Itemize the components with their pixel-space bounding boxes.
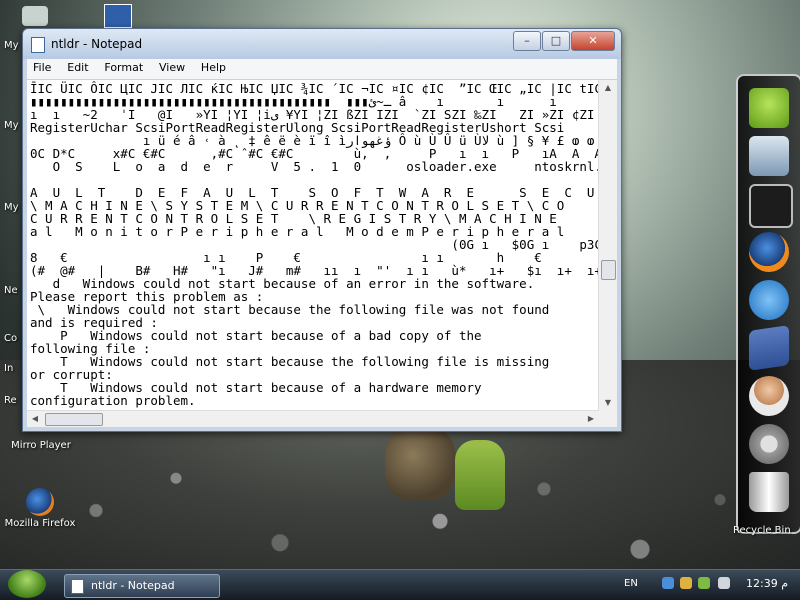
desktop-icon-computer[interactable] <box>22 6 48 28</box>
horizontal-scroll-thumb[interactable] <box>45 413 103 426</box>
internet-explorer-icon[interactable] <box>749 280 789 320</box>
title-bar[interactable]: ntldr - Notepad – □ ✕ <box>23 29 621 59</box>
support-agent-icon[interactable] <box>749 376 789 416</box>
desktop-label-5[interactable]: Co <box>4 333 17 344</box>
safely-remove-icon[interactable] <box>680 577 692 589</box>
language-indicator[interactable]: EN <box>624 578 638 589</box>
wallpaper-snail-body <box>455 440 505 510</box>
menu-bar: File Edit Format View Help <box>27 59 617 80</box>
menu-view[interactable]: View <box>153 59 191 76</box>
maximize-button[interactable]: □ <box>542 31 570 51</box>
desktop-label-6[interactable]: In <box>4 363 13 374</box>
desktop-label-2[interactable]: My <box>4 120 19 131</box>
desktop-label-4[interactable]: Ne <box>4 285 18 296</box>
settings-gear-icon[interactable] <box>749 424 789 464</box>
desktop-icon-label: Mirro Player <box>11 440 71 451</box>
ipad-icon[interactable] <box>749 184 793 228</box>
menu-format[interactable]: Format <box>98 59 149 76</box>
text-editor-area[interactable]: ĪIC ÜIC ÔIC ЦIC ЈIC ЛIC ќIC ЊIC ЏIC ¾IC … <box>27 80 599 411</box>
taskbar-item-notepad[interactable]: ntldr - Notepad <box>64 574 220 598</box>
network-icon[interactable] <box>662 577 674 589</box>
computer-icon <box>22 6 48 26</box>
antivirus-icon[interactable] <box>698 577 710 589</box>
desktop-icon-shortcut[interactable] <box>104 4 132 30</box>
editor-line: T Windows could not start because the fo… <box>30 354 550 369</box>
desktop-icon-mirro-player[interactable]: Mirro Player <box>6 440 76 451</box>
menu-help[interactable]: Help <box>195 59 232 76</box>
android-icon[interactable] <box>749 88 789 128</box>
notepad-icon <box>31 37 45 53</box>
menu-file[interactable]: File <box>27 59 57 76</box>
desktop-icon-firefox[interactable]: Mozilla Firefox <box>2 488 78 529</box>
dock-bar <box>736 74 800 534</box>
taskbar: ntldr - Notepad EN 12:39 م <box>0 569 800 600</box>
minimize-button[interactable]: – <box>513 31 541 51</box>
horizontal-scrollbar[interactable]: ◀ ▶ <box>27 410 599 427</box>
desktop-label-3[interactable]: My <box>4 202 19 213</box>
start-button[interactable] <box>8 570 46 598</box>
notepad-window[interactable]: ntldr - Notepad – □ ✕ File Edit Format V… <box>22 28 622 432</box>
taskbar-item-label: ntldr - Notepad <box>91 579 175 592</box>
remote-desktop-icon[interactable] <box>749 136 789 176</box>
scroll-corner <box>599 411 617 427</box>
notepad-icon <box>71 579 84 594</box>
menu-edit[interactable]: Edit <box>61 59 94 76</box>
clock[interactable]: 12:39 م <box>746 577 788 590</box>
close-button[interactable]: ✕ <box>571 31 615 51</box>
editor-line: O S L o a d e r V 5 . 1 0 osloader.exe n… <box>52 159 599 174</box>
scroll-up-icon[interactable]: ▲ <box>599 80 617 96</box>
recycle-bin-icon[interactable] <box>749 472 789 512</box>
scroll-down-icon[interactable]: ▼ <box>599 395 617 411</box>
editor-line: configuration problem. <box>30 393 196 408</box>
scroll-right-icon[interactable]: ▶ <box>583 411 599 427</box>
scroll-left-icon[interactable]: ◀ <box>27 411 43 427</box>
desktop-label-1[interactable]: My <box>4 40 19 51</box>
firefox-icon <box>26 488 54 516</box>
desktop-icon-label: Mozilla Firefox <box>4 518 76 529</box>
vertical-scrollbar[interactable]: ▲ ▼ <box>598 80 617 411</box>
window-title: ntldr - Notepad <box>51 37 143 51</box>
wallpaper-snail-shell <box>385 425 455 500</box>
facebook-icon[interactable] <box>749 325 789 371</box>
desktop-label-7[interactable]: Re <box>4 395 17 406</box>
shortcut-icon <box>104 4 132 28</box>
firefox-icon[interactable] <box>749 232 789 272</box>
vertical-scroll-thumb[interactable] <box>601 260 616 280</box>
recycle-bin-label[interactable]: Recycle Bin <box>733 525 791 536</box>
volume-icon[interactable] <box>718 577 730 589</box>
